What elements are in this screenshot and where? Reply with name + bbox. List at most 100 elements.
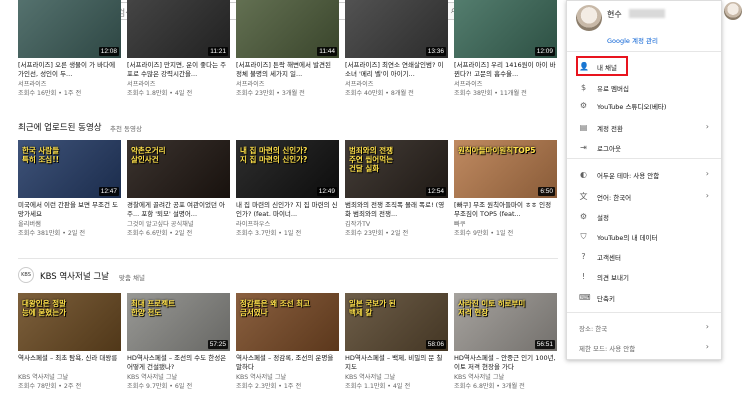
feedback-icon: ! xyxy=(581,272,586,281)
video-meta: 조회수 6.8만회 • 3개월 전 xyxy=(454,383,525,390)
section-title-kbs[interactable]: KBS 역사저널 그날 xyxy=(40,270,109,282)
manage-account-link[interactable]: Google 계정 관리 xyxy=(607,35,658,45)
video-duration: 57:25 xyxy=(207,340,228,349)
video-title[interactable]: [서프라이즈] 우리 1416원이 아이 바뀐다?! 고문의 흡수율... xyxy=(454,61,557,78)
menu-item-language[interactable]: 文 언어: 한국어 › xyxy=(567,188,721,206)
menu-item-gear[interactable]: ⚙ YouTube 스튜디오(베타) xyxy=(567,97,721,115)
video-title[interactable]: HD역사스페셜 – 백제, 비밀의 문 칠지도 xyxy=(345,354,448,371)
menu-item-switch-account[interactable]: ▤ 계정 전환 › xyxy=(567,119,721,137)
channel-name[interactable]: KBS 역사저널 그날 xyxy=(127,372,177,381)
video-meta: 조회수 38만회 • 11개월 전 xyxy=(454,90,527,97)
video-duration: 56:51 xyxy=(534,340,555,349)
video-duration: 11:21 xyxy=(208,47,228,56)
menu-item-label: 단축키 xyxy=(597,295,615,303)
chevron-right-icon: › xyxy=(705,322,709,331)
shield-icon: ⛉ xyxy=(580,232,587,241)
video-thumbnail[interactable]: 한국 사람들 특히 조심!! 12:47 xyxy=(18,140,121,198)
section-title-recent: 최근에 업로드된 동영상 xyxy=(18,123,102,133)
menu-item-settings[interactable]: ⚙ 설정 xyxy=(567,208,721,226)
video-title[interactable]: [서프라이즈] 오른 생물이 가 바다에 가인선, 성인이 두... xyxy=(18,61,121,78)
thumbnail-caption: 한국 사람들 특히 조심!! xyxy=(22,146,60,164)
video-thumbnail[interactable]: 정감록은 왜 조선 최고 금서였나 xyxy=(236,293,339,351)
video-thumbnail[interactable]: 일본 국보가 된 백제 칼 58:06 xyxy=(345,293,448,351)
channel-name[interactable]: 서프라이즈 xyxy=(454,79,482,88)
video-title[interactable]: 역사스페셜 – 정감록, 조선의 운명을 말하다 xyxy=(236,354,339,371)
menu-item-label: 의견 보내기 xyxy=(597,274,629,282)
menu-avatar xyxy=(576,5,602,31)
menu-item-label: 유료 멤버십 xyxy=(597,85,629,93)
video-meta: 조회수 1.1만회 • 4일 전 xyxy=(345,383,411,390)
menu-item-keyboard[interactable]: ⌨ 단축키 xyxy=(567,289,721,307)
channel-name[interactable]: KBS 역사저널 그날 xyxy=(454,372,504,381)
channel-name[interactable]: 그것이 알고싶다 공식채널 xyxy=(127,219,194,228)
channel-name[interactable]: 서프라이즈 xyxy=(345,79,373,88)
gear-icon: ⚙ xyxy=(579,101,588,110)
thumbnail-caption: 정감록은 왜 조선 최고 금서였나 xyxy=(240,299,310,317)
menu-item-label: YouTube 스튜디오(베타) xyxy=(597,103,667,111)
video-title[interactable]: [빠쿠] 무조 원칙아들마이 ㅎㅎ 인정 무조짐이 TOP5 (feat... xyxy=(454,201,557,218)
menu-item-label: 설정 xyxy=(597,214,609,222)
video-thumbnail[interactable]: 대왕인은 정말 능에 묻혔는가 xyxy=(18,293,121,351)
menu-item-help[interactable]: ? 고객센터 xyxy=(567,248,721,266)
channel-name[interactable]: KBS 역사저널 그날 xyxy=(236,372,286,381)
channel-name[interactable]: 김작가TV xyxy=(345,219,370,228)
video-thumbnail[interactable]: 최대 프로젝트 한양 천도 57:25 xyxy=(127,293,230,351)
video-title[interactable]: 내 집 마련의 신인가? 지 집 마련의 신인가? (feat. 마이너... xyxy=(236,201,339,218)
video-thumbnail[interactable]: 12:09 xyxy=(454,0,557,58)
settings-icon: ⚙ xyxy=(579,212,588,221)
video-meta: 조회수 1.8만회 • 4일 전 xyxy=(127,90,193,97)
channel-name[interactable]: 서프라이즈 xyxy=(127,79,155,88)
avatar[interactable] xyxy=(724,2,742,20)
channel-name[interactable]: 빠쿠 xyxy=(454,219,465,228)
menu-item-dollar[interactable]: $ 유료 멤버십 xyxy=(567,79,721,97)
video-meta: 조회수 2.3만회 • 1주 전 xyxy=(236,383,302,390)
channel-name[interactable]: 라이프하우스 xyxy=(236,219,270,228)
video-title[interactable]: [서프라이즈] 최연소 연쇄살인범? 이 소녀 '메리 벨'이 아이기... xyxy=(345,61,448,78)
menu-footer-item[interactable]: 제한 모드: 사용 안함 › xyxy=(567,339,721,357)
thumbnail-caption: 최대 프로젝트 한양 천도 xyxy=(131,299,176,317)
menu-item-label: 로그아웃 xyxy=(597,145,621,153)
menu-item-label: 고객센터 xyxy=(597,254,621,262)
menu-item-feedback[interactable]: ! 의견 보내기 xyxy=(567,268,721,286)
video-title[interactable]: [서프라이즈] 튼락 해변에서 발견된 정체 불명의 세가지 일... xyxy=(236,61,339,78)
video-meta: 조회수 3.7만회 • 1일 전 xyxy=(236,230,302,237)
menu-item-logout[interactable]: ⇥ 로그아웃 xyxy=(567,139,721,157)
video-title[interactable]: HD역사스페셜 – 안중근 인기 100년, 이토 저격 현장을 가다 xyxy=(454,354,557,371)
video-duration: 12:08 xyxy=(98,47,119,56)
section-divider xyxy=(18,258,558,259)
video-thumbnail[interactable]: 11:21 xyxy=(127,0,230,58)
channel-logo[interactable]: KBS xyxy=(18,267,34,283)
channel-name[interactable]: KBS 역사저널 그날 xyxy=(18,372,68,381)
video-thumbnail[interactable]: 11:44 xyxy=(236,0,339,58)
menu-item-shield[interactable]: ⛉ YouTube의 내 데이터 xyxy=(567,228,721,246)
thumbnail-caption: 내 집 마련의 신인가? 지 집 마련의 신인가? xyxy=(240,146,308,164)
account-menu: 현수 Google 계정 관리 👤 내 채널 $ 유료 멤버십 ⚙ YouTube 스튜디… xyxy=(566,0,722,360)
video-thumbnail[interactable]: 13:36 xyxy=(345,0,448,58)
menu-item-label: 언어: 한국어 xyxy=(597,194,632,202)
video-thumbnail[interactable]: 원칙아들마이원칙TOP5 6:50 xyxy=(454,140,557,198)
video-duration: 11:44 xyxy=(317,47,337,56)
video-thumbnail[interactable]: 사라진 이토 히로부미 저격 현장 56:51 xyxy=(454,293,557,351)
video-title[interactable]: 경찰에게 골려간 공포 여관이었던 아주... 포항 '퇴모' 설명어... xyxy=(127,201,230,218)
channel-name[interactable]: 올리버쌤 xyxy=(18,219,41,228)
menu-footer-label: 장소: 한국 xyxy=(579,325,608,333)
video-title[interactable]: [서프라이즈] 만지면, 운이 좋다는 주포로 수많은 강력시간을... xyxy=(127,61,230,78)
video-title[interactable]: 역사스페셜 – 최초 탐욕, 신라 대왕릉 xyxy=(18,354,121,371)
menu-footer-item[interactable]: 장소: 한국 › xyxy=(567,319,721,337)
video-title[interactable]: 범죄와의 전쟁 조직폭 몰래 폭로! (영화 범죄와의 전쟁... xyxy=(345,201,448,218)
video-thumbnail[interactable]: 약촌오거리 살인사건 xyxy=(127,140,230,198)
video-thumbnail[interactable]: 내 집 마련의 신인가? 지 집 마련의 신인가? 12:49 xyxy=(236,140,339,198)
keyboard-icon: ⌨ xyxy=(579,293,591,302)
account-name: 현수 xyxy=(607,10,622,19)
channel-name[interactable]: 서프라이즈 xyxy=(18,79,46,88)
video-thumbnail[interactable]: 12:08 xyxy=(18,0,121,58)
channel-name[interactable]: 서프라이즈 xyxy=(236,79,264,88)
video-title[interactable]: 미국에서 이런 간판을 보면 무조건 도망가세요 xyxy=(18,201,121,218)
video-thumbnail[interactable]: 범죄와의 전쟁 주연 씹어먹는 건달 실화 12:54 xyxy=(345,140,448,198)
video-title[interactable]: HD역사스페셜 – 조선의 수도 한성은 어떻게 건설됐나? xyxy=(127,354,230,371)
video-duration: 12:47 xyxy=(98,187,119,196)
menu-item-dark-theme[interactable]: ◐ 어두운 테마: 사용 안함 › xyxy=(567,166,721,184)
channel-name[interactable]: KBS 역사저널 그날 xyxy=(345,372,395,381)
menu-divider xyxy=(567,158,721,159)
video-meta: 조회수 78만회 • 2주 전 xyxy=(18,383,82,390)
